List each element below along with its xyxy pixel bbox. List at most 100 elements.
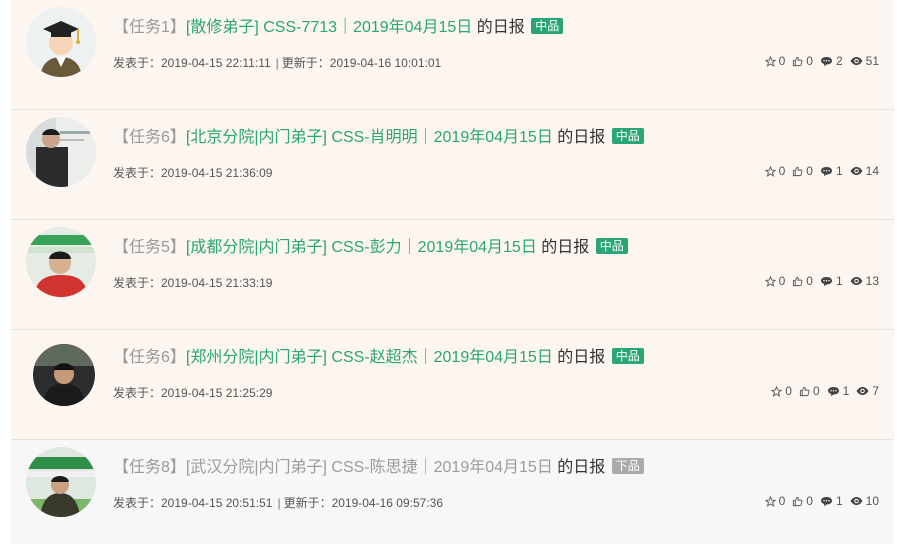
star-outline-icon — [764, 165, 776, 177]
star-stat[interactable]: 0 — [764, 54, 786, 68]
eye-icon — [850, 277, 863, 285]
item-title[interactable]: 【任务6】[郑州分院|内门弟子] CSS-赵超杰｜2019年04月15日 的日报… — [113, 347, 644, 369]
thumbs-up-icon — [793, 166, 803, 176]
comment-icon — [820, 276, 832, 286]
star-stat[interactable]: 0 — [764, 164, 786, 178]
like-stat[interactable]: 0 — [792, 54, 813, 68]
star-stat[interactable]: 0 — [764, 274, 786, 288]
comment-stat[interactable]: 2 — [820, 54, 843, 68]
like-count: 0 — [806, 274, 813, 288]
view-count: 51 — [865, 54, 879, 68]
star-outline-icon — [764, 55, 776, 67]
title-link[interactable]: [武汉分院|内门弟子] CSS-陈思捷｜2019年04月15日 — [186, 459, 553, 476]
grade-badge: 中品 — [531, 18, 564, 34]
view-stat: 14 — [850, 164, 879, 178]
comment-stat[interactable]: 1 — [820, 494, 843, 508]
item-title[interactable]: 【任务6】[北京分院|内门弟子] CSS-肖明明｜2019年04月15日 的日报… — [113, 127, 644, 149]
item-stats: 0 0 1 7 — [764, 384, 879, 398]
item-title[interactable]: 【任务1】[散修弟子] CSS-7713｜2019年04月15日 的日报 中品 — [113, 17, 564, 39]
grade-badge: 中品 — [611, 128, 644, 144]
item-meta: 发表于：2019-04-15 21:36:09 — [113, 164, 272, 181]
updated-date: 更新于：2019-04-16 09:57:36 — [283, 496, 443, 510]
title-suffix: 的日报 — [557, 459, 606, 476]
avatar[interactable] — [26, 227, 96, 297]
item-stats: 0 0 1 13 — [758, 274, 879, 288]
like-stat[interactable]: 0 — [792, 274, 813, 288]
star-count: 0 — [778, 164, 786, 178]
thumbs-up-icon — [793, 276, 803, 286]
title-link[interactable]: [北京分院|内门弟子] CSS-肖明明｜2019年04月15日 — [186, 129, 553, 146]
like-stat[interactable]: 0 — [792, 494, 813, 508]
item-meta: 发表于：2019-04-15 21:25:29 — [113, 384, 272, 401]
view-stat: 10 — [850, 494, 879, 508]
view-count: 10 — [865, 494, 879, 508]
like-stat[interactable]: 0 — [792, 164, 813, 178]
meta-separator: | — [275, 56, 279, 70]
updated-date: 更新于：2019-04-16 10:01:01 — [281, 56, 442, 70]
comment-stat[interactable]: 1 — [827, 384, 850, 398]
comment-icon — [820, 166, 832, 176]
view-stat: 51 — [850, 54, 879, 68]
like-count: 0 — [806, 494, 813, 508]
star-outline-icon — [764, 275, 776, 287]
star-count: 0 — [778, 54, 786, 68]
item-meta: 发表于：2019-04-15 20:51:51 | 更新于：2019-04-16 0… — [113, 494, 443, 511]
task-label: 【任务6】 — [113, 129, 186, 146]
title-link[interactable]: [郑州分院|内门弟子] CSS-赵超杰｜2019年04月15日 — [186, 349, 553, 366]
like-stat[interactable]: 0 — [799, 384, 820, 398]
title-suffix: 的日报 — [541, 239, 590, 256]
star-stat[interactable]: 0 — [771, 384, 792, 398]
report-list: 【任务1】[散修弟子] CSS-7713｜2019年04月15日 的日报 中品 … — [11, 0, 894, 544]
comment-count: 1 — [842, 384, 850, 398]
title-suffix: 的日报 — [557, 349, 606, 366]
comment-icon — [827, 386, 839, 396]
published-date: 发表于：2019-04-15 21:36:09 — [113, 166, 273, 180]
item-stats: 0 0 1 14 — [758, 164, 879, 178]
title-link[interactable]: [成都分院|内门弟子] CSS-彭力｜2019年04月15日 — [186, 239, 537, 256]
comment-stat[interactable]: 1 — [820, 274, 843, 288]
item-meta: 发表于：2019-04-15 22:11:11 | 更新于：2019-04-16 1… — [113, 54, 441, 71]
view-stat: 7 — [856, 384, 879, 398]
comment-icon — [820, 56, 832, 66]
avatar[interactable] — [26, 7, 96, 77]
list-item[interactable]: 【任务1】[散修弟子] CSS-7713｜2019年04月15日 的日报 中品 … — [11, 0, 894, 110]
star-count: 0 — [785, 384, 792, 398]
item-title[interactable]: 【任务5】[成都分院|内门弟子] CSS-彭力｜2019年04月15日 的日报 … — [113, 237, 628, 259]
task-label: 【任务6】 — [113, 349, 186, 366]
star-outline-icon — [771, 385, 783, 397]
comment-count: 1 — [835, 274, 843, 288]
star-count: 0 — [778, 494, 786, 508]
avatar[interactable] — [26, 117, 96, 187]
item-title[interactable]: 【任务8】[武汉分院|内门弟子] CSS-陈思捷｜2019年04月15日 的日报… — [113, 457, 644, 479]
list-item[interactable]: 【任务6】[郑州分院|内门弟子] CSS-赵超杰｜2019年04月15日 的日报… — [11, 330, 894, 440]
grade-badge: 下品 — [611, 458, 644, 474]
published-date: 发表于：2019-04-15 22:11:11 — [113, 56, 271, 70]
published-date: 发表于：2019-04-15 21:25:29 — [113, 386, 273, 400]
eye-icon — [856, 387, 869, 395]
meta-separator: | — [277, 496, 281, 510]
star-count: 0 — [778, 274, 786, 288]
star-stat[interactable]: 0 — [764, 494, 786, 508]
avatar[interactable] — [33, 344, 95, 406]
eye-icon — [850, 497, 863, 505]
view-count: 14 — [865, 164, 879, 178]
like-count: 0 — [812, 384, 820, 398]
item-stats: 0 0 1 10 — [758, 494, 879, 508]
like-count: 0 — [806, 164, 813, 178]
list-item[interactable]: 【任务6】[北京分院|内门弟子] CSS-肖明明｜2019年04月15日 的日报… — [11, 110, 894, 220]
comment-count: 2 — [835, 54, 843, 68]
title-link[interactable]: [散修弟子] CSS-7713｜2019年04月15日 — [186, 19, 472, 36]
title-suffix: 的日报 — [557, 129, 606, 146]
comment-stat[interactable]: 1 — [820, 164, 843, 178]
comment-icon — [820, 496, 832, 506]
grade-badge: 中品 — [611, 348, 644, 364]
comment-count: 1 — [835, 494, 843, 508]
thumbs-up-icon — [793, 496, 803, 506]
thumbs-up-icon — [799, 386, 810, 396]
avatar[interactable] — [26, 447, 96, 517]
list-item[interactable]: 【任务5】[成都分院|内门弟子] CSS-彭力｜2019年04月15日 的日报 … — [11, 220, 894, 330]
list-item[interactable]: 【任务8】[武汉分院|内门弟子] CSS-陈思捷｜2019年04月15日 的日报… — [11, 440, 894, 544]
grade-badge: 中品 — [595, 238, 628, 254]
task-label: 【任务5】 — [113, 239, 186, 256]
view-stat: 13 — [850, 274, 879, 288]
